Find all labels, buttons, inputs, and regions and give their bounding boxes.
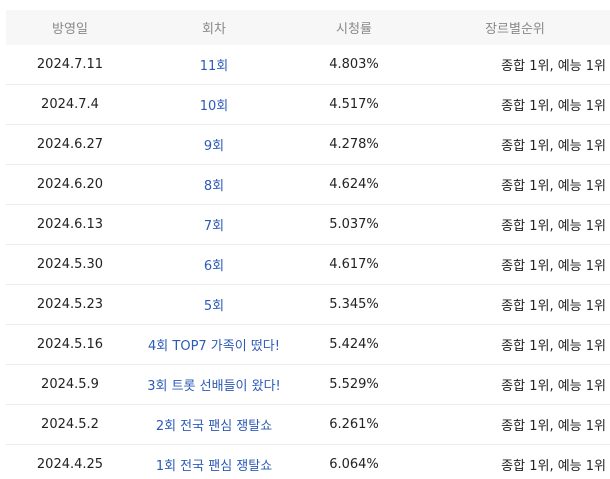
rating-cell: 4.624% bbox=[294, 164, 414, 205]
header-episode: 회차 bbox=[134, 10, 294, 45]
table-row: 2024.4.25 1회 전국 팬심 쟁탈쇼 6.064% 종합 1위, 예능 … bbox=[6, 444, 610, 479]
air-date-cell: 2024.6.27 bbox=[6, 124, 134, 165]
rating-cell: 5.037% bbox=[294, 204, 414, 245]
rating-cell: 6.064% bbox=[294, 444, 414, 479]
rating-cell: 4.278% bbox=[294, 124, 414, 165]
table-row: 2024.6.13 7회 5.037% 종합 1위, 예능 1위 bbox=[6, 204, 610, 245]
episode-link[interactable]: 8회 bbox=[204, 179, 224, 194]
table-row: 2024.5.2 2회 전국 팬심 쟁탈쇼 6.261% 종합 1위, 예능 1… bbox=[6, 404, 610, 445]
table-header-row: 방영일 회차 시청률 장르별순위 bbox=[6, 10, 610, 45]
episode-link[interactable]: 7회 bbox=[204, 219, 224, 234]
air-date-cell: 2024.5.23 bbox=[6, 284, 134, 325]
genre-rank-cell: 종합 1위, 예능 1위 bbox=[414, 124, 610, 165]
table-row: 2024.5.30 6회 4.617% 종합 1위, 예능 1위 bbox=[6, 244, 610, 285]
genre-rank-cell: 종합 1위, 예능 1위 bbox=[414, 444, 610, 479]
air-date-cell: 2024.5.30 bbox=[6, 244, 134, 285]
genre-rank-cell: 종합 1위, 예능 1위 bbox=[414, 324, 610, 365]
rating-cell: 5.529% bbox=[294, 364, 414, 405]
episode-link[interactable]: 1회 전국 팬심 쟁탈쇼 bbox=[156, 459, 272, 474]
rating-cell: 4.803% bbox=[294, 45, 414, 85]
genre-rank-cell: 종합 1위, 예능 1위 bbox=[414, 45, 610, 85]
table-row: 2024.6.27 9회 4.278% 종합 1위, 예능 1위 bbox=[6, 124, 610, 165]
rating-cell: 4.617% bbox=[294, 244, 414, 285]
header-air-date: 방영일 bbox=[6, 10, 134, 45]
ratings-table: 방영일 회차 시청률 장르별순위 2024.7.11 11회 4.803% 종합… bbox=[6, 10, 610, 479]
air-date-cell: 2024.6.13 bbox=[6, 204, 134, 245]
rating-cell: 5.345% bbox=[294, 284, 414, 325]
episode-link[interactable]: 9회 bbox=[204, 139, 224, 154]
genre-rank-cell: 종합 1위, 예능 1위 bbox=[414, 364, 610, 405]
table-row: 2024.7.11 11회 4.803% 종합 1위, 예능 1위 bbox=[6, 45, 610, 85]
air-date-cell: 2024.5.16 bbox=[6, 324, 134, 365]
episode-link[interactable]: 2회 전국 팬심 쟁탈쇼 bbox=[156, 419, 272, 434]
genre-rank-cell: 종합 1위, 예능 1위 bbox=[414, 164, 610, 205]
genre-rank-cell: 종합 1위, 예능 1위 bbox=[414, 244, 610, 285]
air-date-cell: 2024.7.11 bbox=[6, 45, 134, 85]
genre-rank-cell: 종합 1위, 예능 1위 bbox=[414, 204, 610, 245]
air-date-cell: 2024.6.20 bbox=[6, 164, 134, 205]
genre-rank-cell: 종합 1위, 예능 1위 bbox=[414, 404, 610, 445]
episode-link[interactable]: 6회 bbox=[204, 259, 224, 274]
header-genre-rank: 장르별순위 bbox=[414, 10, 610, 45]
table-row: 2024.6.20 8회 4.624% 종합 1위, 예능 1위 bbox=[6, 164, 610, 205]
genre-rank-cell: 종합 1위, 예능 1위 bbox=[414, 84, 610, 125]
episode-link[interactable]: 4회 TOP7 가족이 떴다! bbox=[148, 339, 280, 354]
rating-cell: 6.261% bbox=[294, 404, 414, 445]
header-rating: 시청률 bbox=[294, 10, 414, 45]
episode-link[interactable]: 10회 bbox=[200, 99, 229, 114]
rating-cell: 5.424% bbox=[294, 324, 414, 365]
air-date-cell: 2024.5.2 bbox=[6, 404, 134, 445]
rating-cell: 4.517% bbox=[294, 84, 414, 125]
air-date-cell: 2024.5.9 bbox=[6, 364, 134, 405]
episode-link[interactable]: 5회 bbox=[204, 299, 224, 314]
table-row: 2024.5.9 3회 트롯 선배들이 왔다! 5.529% 종합 1위, 예능… bbox=[6, 364, 610, 405]
table-row: 2024.7.4 10회 4.517% 종합 1위, 예능 1위 bbox=[6, 84, 610, 125]
air-date-cell: 2024.7.4 bbox=[6, 84, 134, 125]
episode-link[interactable]: 11회 bbox=[200, 59, 229, 74]
table-row: 2024.5.16 4회 TOP7 가족이 떴다! 5.424% 종합 1위, … bbox=[6, 324, 610, 365]
table-row: 2024.5.23 5회 5.345% 종합 1위, 예능 1위 bbox=[6, 284, 610, 325]
air-date-cell: 2024.4.25 bbox=[6, 444, 134, 479]
genre-rank-cell: 종합 1위, 예능 1위 bbox=[414, 284, 610, 325]
episode-link[interactable]: 3회 트롯 선배들이 왔다! bbox=[147, 379, 281, 394]
